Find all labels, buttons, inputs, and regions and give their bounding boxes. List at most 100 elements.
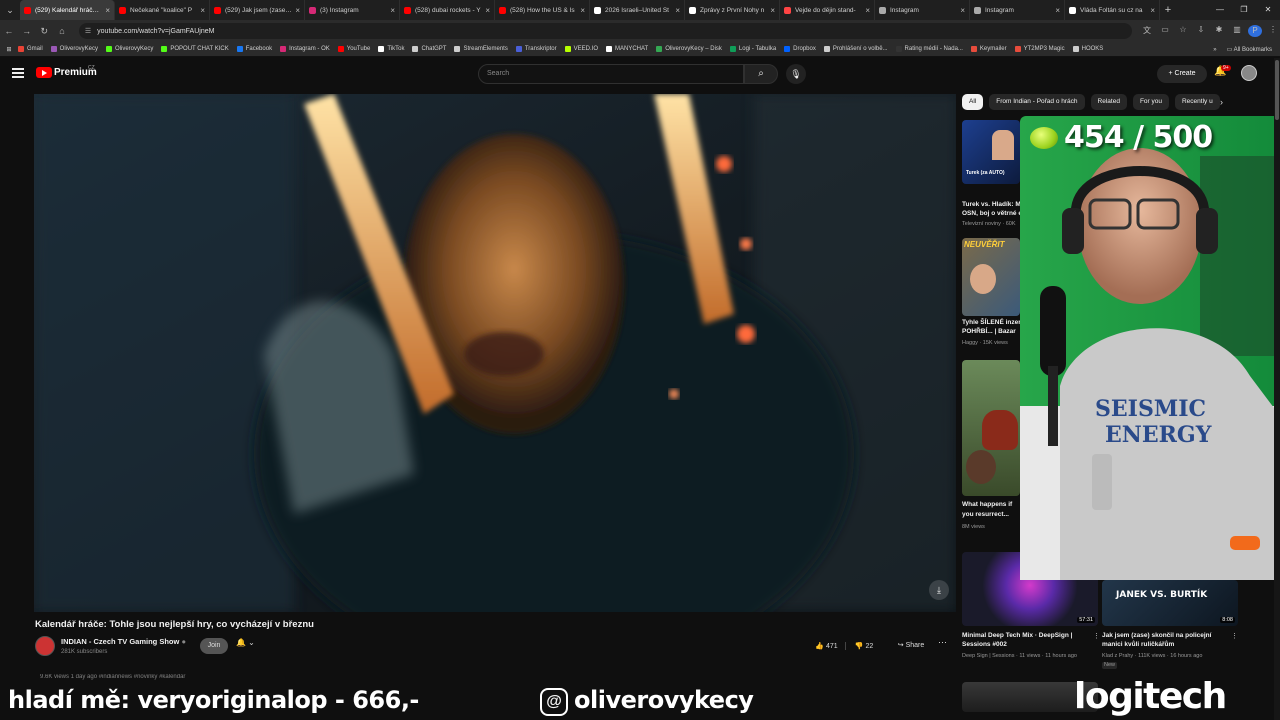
filter-chip[interactable]: From Indian - Pořad o hrách — [989, 94, 1085, 110]
close-tab-icon[interactable]: × — [865, 6, 870, 15]
rec-thumbnail[interactable]: JANEK VS. BURTÍK 8:08 — [1102, 580, 1238, 626]
close-tab-icon[interactable]: × — [295, 6, 300, 15]
close-tab-icon[interactable]: × — [960, 6, 965, 15]
bookmark-star-icon[interactable]: ☆ — [1176, 25, 1190, 37]
more-bookmarks-icon[interactable]: » — [1213, 47, 1216, 53]
browser-tab[interactable]: Nečekané "koalice" P × — [115, 0, 210, 20]
rec-title[interactable]: Turek vs. Hladík: M — [962, 201, 1021, 209]
close-window-icon[interactable]: ✕ — [1256, 0, 1280, 20]
dislike-button[interactable]: 👎 22 — [846, 642, 882, 650]
bookmark-item[interactable]: MANYCHAT — [605, 46, 648, 52]
home-icon[interactable]: ⌂ — [53, 26, 71, 36]
browser-tab[interactable]: (529) Jak jsem (zase) s × — [210, 0, 305, 20]
bookmark-item[interactable]: Transkriptor — [515, 46, 557, 52]
create-button[interactable]: + Create — [1157, 65, 1207, 83]
address-bar[interactable]: ☰ youtube.com/watch?v=jGamFAUjneM — [78, 23, 1133, 39]
site-info-icon[interactable]: ☰ — [85, 27, 91, 35]
filter-chip[interactable]: For you — [1132, 94, 1169, 110]
all-bookmarks-folder[interactable]: ▭ All Bookmarks — [1227, 46, 1272, 53]
bookmark-item[interactable]: OliverovyKecy – Disk — [656, 46, 722, 52]
rec-title-line2[interactable]: POHŘBÍ... | Bazar — [962, 328, 1016, 336]
page-scrollbar-thumb[interactable] — [1275, 60, 1279, 120]
bookmark-item[interactable]: Prohlášení o volbě... — [823, 46, 888, 52]
bookmark-item[interactable]: ChatGPT — [412, 46, 446, 52]
video-player[interactable]: ⤓ — [34, 94, 956, 612]
back-icon[interactable]: ← — [0, 26, 18, 36]
rec-title-line2[interactable]: OSN, boj o větrné e — [962, 210, 1022, 218]
close-tab-icon[interactable]: × — [580, 6, 585, 15]
browser-tab[interactable]: Instagram × — [970, 0, 1065, 20]
bookmark-item[interactable]: VEED.IO — [564, 46, 598, 52]
rec-thumbnail[interactable]: Turek (za AUTO) — [962, 120, 1020, 184]
like-button[interactable]: 👍 471 — [808, 642, 846, 650]
bookmark-item[interactable]: Instagram - OK — [280, 46, 330, 52]
browser-tab[interactable]: Instagram × — [875, 0, 970, 20]
browser-tab[interactable]: (3) Instagram × — [305, 0, 400, 20]
profile-avatar[interactable]: P — [1248, 25, 1263, 37]
split-view-icon[interactable]: ▥ — [1230, 25, 1244, 37]
reload-icon[interactable]: ↻ — [35, 26, 53, 37]
chip-next-icon[interactable]: › — [1220, 97, 1223, 107]
browser-menu-icon[interactable]: ⋮ — [1266, 25, 1280, 37]
subscription-bell-button[interactable]: 🔔 ⌄ — [236, 638, 266, 654]
bookmark-item[interactable]: Dropbox — [784, 46, 816, 52]
search-input[interactable]: Search — [478, 64, 744, 84]
rec-thumbnail[interactable]: NEUVĚŘIT — [962, 238, 1020, 316]
browser-tab[interactable]: (529) Kalendář hráče: T × — [20, 0, 115, 20]
share-button[interactable]: ↪ Share — [888, 637, 934, 655]
bookmark-item[interactable]: OliverovyKecy — [50, 46, 98, 52]
minimize-icon[interactable]: — — [1208, 0, 1232, 20]
browser-tab[interactable]: (528) How the US & Is × — [495, 0, 590, 20]
rec-title[interactable]: Jak jsem (zase) skončil na policejní — [1102, 632, 1211, 640]
bookmark-item[interactable]: OliverovyKecy — [106, 46, 153, 52]
bookmark-item[interactable]: POPOUT CHAT KICK — [161, 46, 229, 52]
rec-title[interactable]: Tyhle ŠÍLENÉ inzer — [962, 319, 1021, 327]
bookmark-item[interactable]: Keymailer — [970, 46, 1007, 52]
close-tab-icon[interactable]: × — [675, 6, 680, 15]
account-avatar[interactable] — [1241, 65, 1257, 81]
rec-menu-icon[interactable]: ⋮ — [1231, 632, 1238, 640]
close-tab-icon[interactable]: × — [485, 6, 490, 15]
channel-avatar[interactable] — [35, 636, 55, 656]
voice-search-icon[interactable]: 🎙 — [786, 64, 806, 84]
bookmark-item[interactable]: TikTok — [378, 46, 404, 52]
close-tab-icon[interactable]: × — [200, 6, 205, 15]
bookmark-item[interactable]: HOOKS — [1072, 46, 1103, 52]
new-tab-button[interactable]: + — [1160, 4, 1176, 16]
apps-icon[interactable]: ⊞ — [0, 46, 18, 53]
browser-tab[interactable]: Zprávy z První Nohy n × — [685, 0, 780, 20]
rec-menu-icon[interactable]: ⋮ — [1093, 632, 1100, 640]
bookmark-item[interactable]: YouTube — [337, 46, 370, 52]
bookmark-item[interactable]: Facebook — [236, 46, 272, 52]
filter-chip[interactable]: Recently u — [1174, 94, 1220, 110]
cast-icon[interactable]: ▭ — [1158, 25, 1172, 37]
rec-title-line2[interactable]: manici kvůli ruličkářům — [1102, 641, 1174, 649]
filter-chip[interactable]: Related — [1090, 94, 1127, 110]
rec-title-line2[interactable]: you resurrect... — [962, 511, 1009, 519]
rec-title[interactable]: Minimal Deep Tech Mix · DeepSign | — [962, 632, 1072, 640]
translate-icon[interactable]: 文 — [1140, 25, 1154, 37]
bookmark-item[interactable]: Gmail — [18, 46, 43, 52]
close-tab-icon[interactable]: × — [390, 6, 395, 15]
guide-menu-icon[interactable] — [12, 68, 24, 78]
search-button[interactable]: ⌕ — [744, 64, 778, 84]
rec-title[interactable]: What happens if — [962, 501, 1012, 509]
bookmark-item[interactable]: YT2MP3 Magic — [1014, 46, 1065, 52]
browser-tab[interactable]: 2026 Israeli–United St × — [590, 0, 685, 20]
rec-title-line2[interactable]: Sessions #002 — [962, 641, 1007, 649]
bookmark-item[interactable]: Logi - Tabulka — [729, 46, 776, 52]
download-icon[interactable]: ⇩ — [1194, 25, 1208, 37]
close-tab-icon[interactable]: × — [1055, 6, 1060, 15]
close-tab-icon[interactable]: × — [105, 6, 110, 15]
maximize-icon[interactable]: ❐ — [1232, 0, 1256, 20]
browser-tab[interactable]: Vláda Foltán su cz na × — [1065, 0, 1160, 20]
filter-chip[interactable]: All — [962, 94, 984, 110]
page-scrollbar[interactable] — [1274, 58, 1280, 720]
rec-thumbnail[interactable] — [962, 360, 1020, 496]
browser-tab[interactable]: (528) dubai rockets - Y × — [400, 0, 495, 20]
youtube-logo-icon[interactable] — [36, 67, 52, 78]
tab-search-icon[interactable]: ⌄ — [0, 0, 20, 20]
miniplayer-icon[interactable]: ⤓ — [929, 580, 949, 600]
close-tab-icon[interactable]: × — [1150, 6, 1155, 15]
more-actions-icon[interactable]: ⋯ — [938, 637, 947, 648]
